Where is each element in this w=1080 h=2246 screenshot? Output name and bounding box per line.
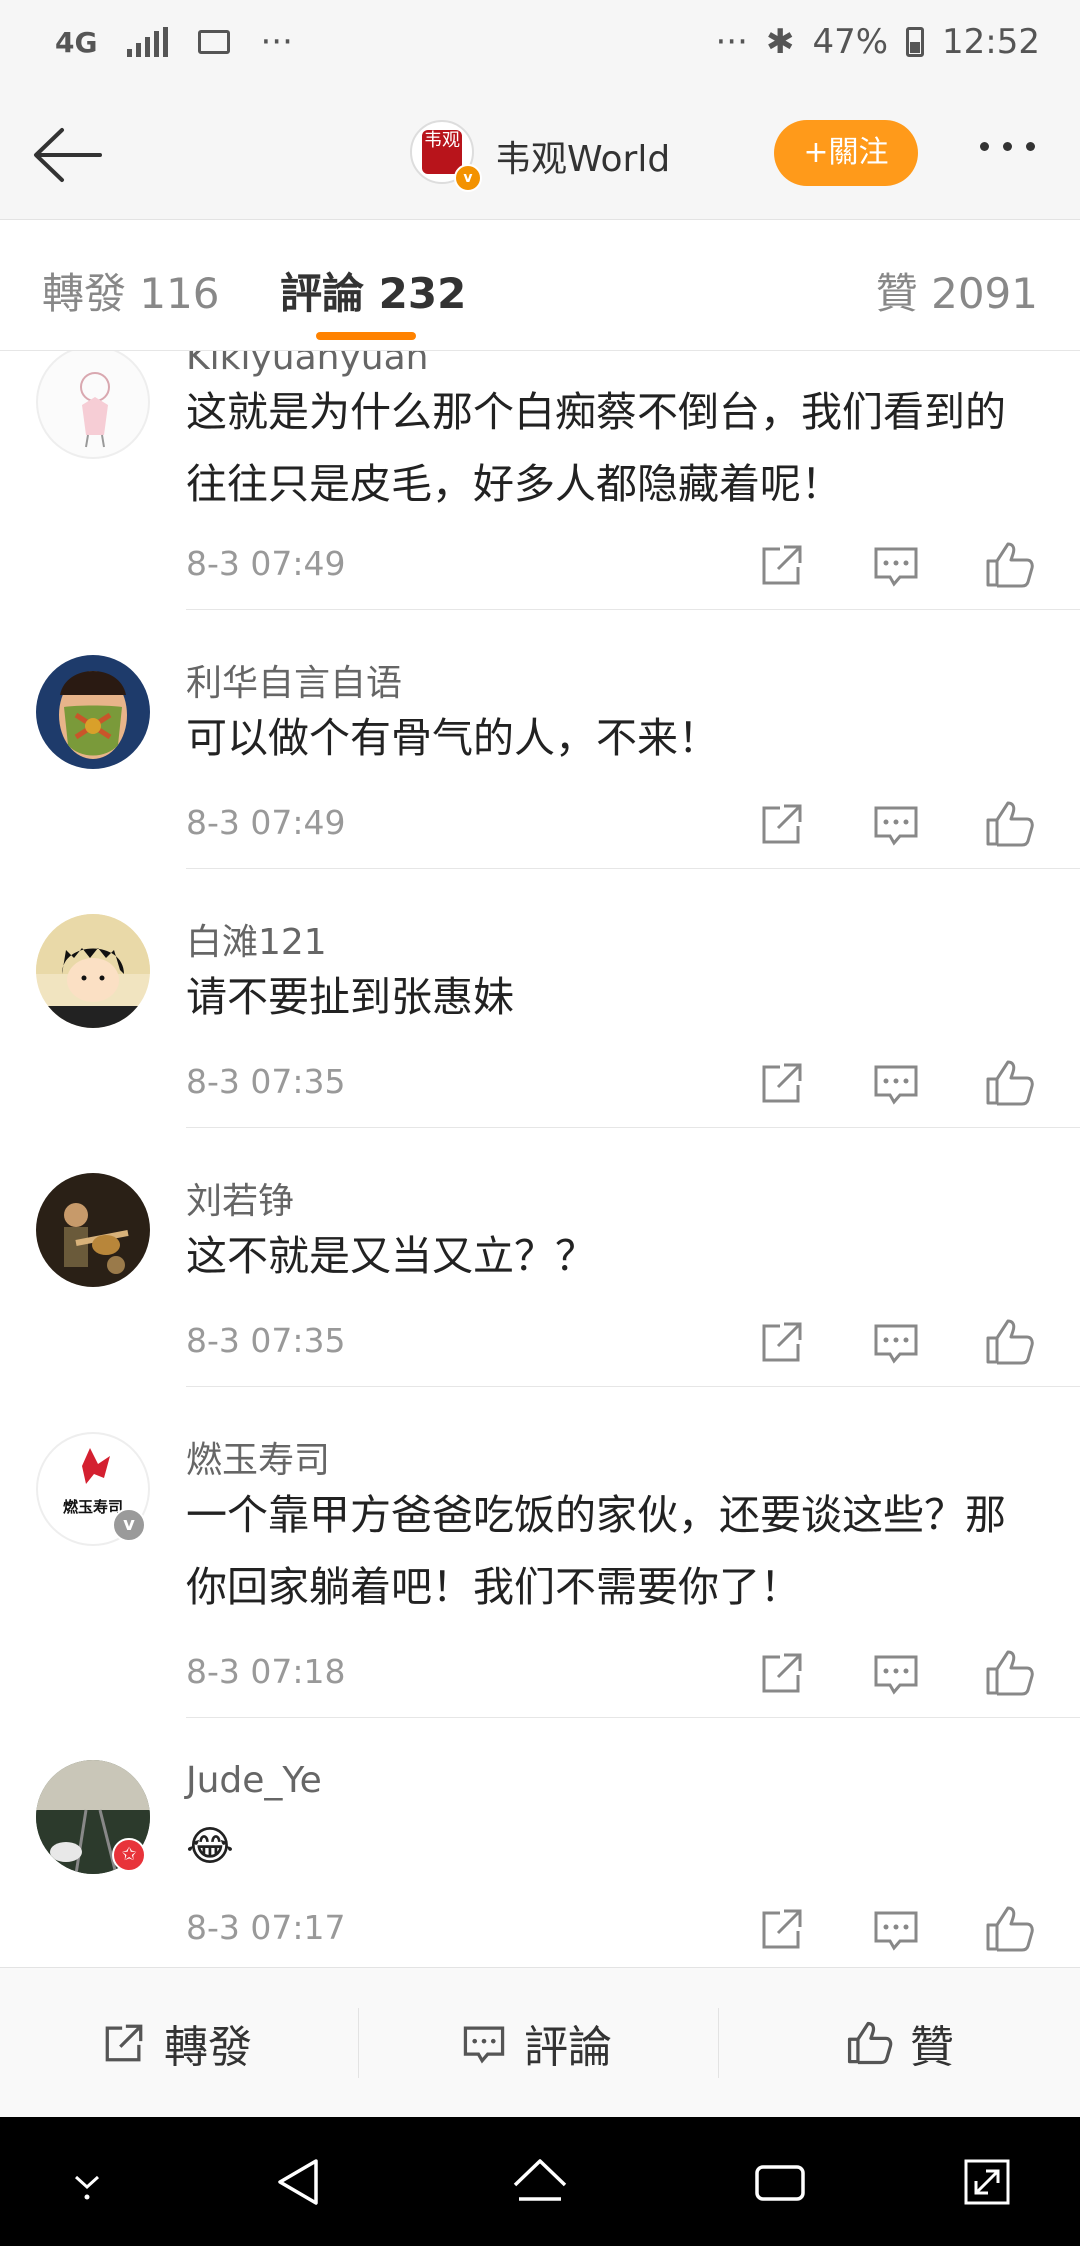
- comment-icon[interactable]: [868, 1901, 924, 1957]
- avatar[interactable]: [36, 655, 150, 769]
- like-icon[interactable]: [982, 1314, 1038, 1370]
- comment-text: 这就是为什么那个白痴蔡不倒台，我们看到的往往只是皮毛，好多人都隐藏着呢！: [186, 388, 1006, 508]
- gallery-icon: [198, 30, 231, 54]
- avatar[interactable]: [36, 1173, 150, 1287]
- comment-username[interactable]: 刘若铮: [186, 1172, 294, 1224]
- comment-item: ✩ Jude_Ye 😂 8-3 07:17: [0, 1718, 1080, 1967]
- top-app-bar: 韦观 v 韦观World +關注: [0, 92, 1080, 220]
- comment-icon[interactable]: [868, 1055, 924, 1111]
- comment-time: 8-3 07:18: [186, 1652, 346, 1691]
- like-icon[interactable]: [982, 537, 1038, 593]
- avatar-seal: 韦观: [422, 130, 462, 174]
- badge-icon: ✩: [112, 1838, 146, 1872]
- comment-time: 8-3 07:49: [186, 544, 346, 583]
- comment-icon[interactable]: [868, 1645, 924, 1701]
- home-nav-icon[interactable]: [505, 2147, 575, 2217]
- repost-icon[interactable]: [754, 1901, 810, 1957]
- active-tab-indicator: [316, 332, 416, 340]
- verified-badge-icon: v: [112, 1508, 146, 1542]
- status-bar: 4G ··· ··· ✱ 47% 12:52: [0, 0, 1080, 92]
- repost-icon[interactable]: [754, 1645, 810, 1701]
- more-options-icon[interactable]: [980, 142, 1035, 151]
- comment-item: 利华自言自语 可以做个有骨气的人，不来！ 8-3 07:49: [0, 610, 1080, 869]
- comment-text: 可以做个有骨气的人，不来！: [186, 714, 719, 762]
- account-name[interactable]: 韦观World: [495, 130, 670, 182]
- comment-icon[interactable]: [868, 796, 924, 852]
- comment-time: 8-3 07:35: [186, 1321, 346, 1360]
- comment-time: 8-3 07:17: [186, 1908, 346, 1947]
- repost-button[interactable]: 轉發: [98, 1968, 252, 2118]
- repost-label: 轉發: [164, 2022, 252, 2073]
- verified-badge-icon: v: [454, 164, 482, 192]
- repost-icon[interactable]: [754, 1055, 810, 1111]
- like-icon: [847, 2021, 893, 2065]
- repost-icon[interactable]: [754, 796, 810, 852]
- comment-item: 白滩121 请不要扯到张惠妹 8-3 07:35: [0, 869, 1080, 1128]
- back-nav-icon[interactable]: [264, 2147, 334, 2217]
- comment-label: 評論: [524, 2022, 612, 2073]
- system-navigation-bar: [0, 2117, 1080, 2246]
- comment-username[interactable]: 白滩121: [186, 913, 327, 965]
- comment-text: 一个靠甲方爸爸吃饭的家伙，还要谈这些？那你回家躺着吧！我们不需要你了！: [186, 1491, 1006, 1611]
- divider: [358, 2008, 359, 2078]
- bluetooth-icon: ✱: [765, 22, 795, 62]
- comment-text: 请不要扯到张惠妹: [186, 973, 514, 1021]
- repost-icon: [105, 2024, 143, 2062]
- comment-icon[interactable]: [868, 537, 924, 593]
- hide-keyboard-icon[interactable]: [52, 2147, 122, 2217]
- comment-item: 燃玉寿司 v 燃玉寿司 一个靠甲方爸爸吃饭的家伙，还要谈这些？那你回家躺着吧！我…: [0, 1387, 1080, 1718]
- divider: [718, 2008, 719, 2078]
- comment-text: 😂: [186, 1822, 234, 1870]
- comment-username[interactable]: 利华自言自语: [186, 654, 402, 706]
- comment-username[interactable]: Kikiyuanyuan: [186, 351, 428, 378]
- network-indicator: 4G: [55, 25, 98, 59]
- comment-username[interactable]: 燃玉寿司: [186, 1431, 330, 1483]
- signal-icon: [127, 27, 169, 57]
- like-button[interactable]: 贊: [844, 1968, 954, 2118]
- more-status-icon: ···: [715, 22, 748, 62]
- more-notifications-icon: ···: [260, 22, 293, 62]
- avatar[interactable]: [36, 914, 150, 1028]
- avatar[interactable]: [36, 351, 150, 459]
- comment-item: 刘若铮 这不就是又当又立？？ 8-3 07:35: [0, 1128, 1080, 1387]
- clock: 12:52: [942, 22, 1040, 62]
- repost-icon[interactable]: [754, 1314, 810, 1370]
- like-icon[interactable]: [982, 796, 1038, 852]
- tab-likes[interactable]: 贊 2091: [876, 260, 1038, 321]
- repost-icon[interactable]: [754, 537, 810, 593]
- comment-text: 这不就是又当又立？？: [186, 1232, 596, 1280]
- battery-percent: 47%: [812, 22, 889, 62]
- comment-list[interactable]: Kikiyuanyuan 这就是为什么那个白痴蔡不倒台，我们看到的往往只是皮毛，…: [0, 351, 1080, 1967]
- rotate-screen-icon[interactable]: [952, 2147, 1022, 2217]
- tab-bar: 轉發 116 評論 232 贊 2091: [0, 220, 1080, 351]
- tab-comments[interactable]: 評論 232: [280, 260, 466, 321]
- like-icon[interactable]: [982, 1645, 1038, 1701]
- comment-button[interactable]: 評論: [458, 1968, 612, 2118]
- bottom-action-bar: 轉發 評論 贊: [0, 1967, 1080, 2118]
- recent-apps-icon[interactable]: [745, 2147, 815, 2217]
- comment-icon[interactable]: [868, 1314, 924, 1370]
- back-arrow-icon[interactable]: [28, 120, 108, 190]
- like-icon[interactable]: [982, 1055, 1038, 1111]
- battery-icon: [906, 27, 925, 57]
- tab-repost[interactable]: 轉發 116: [42, 260, 220, 321]
- comment-item: Kikiyuanyuan 这就是为什么那个白痴蔡不倒台，我们看到的往往只是皮毛，…: [0, 351, 1080, 610]
- follow-button[interactable]: +關注: [774, 120, 918, 186]
- comment-icon: [463, 2026, 505, 2064]
- comment-time: 8-3 07:35: [186, 1062, 346, 1101]
- like-icon[interactable]: [982, 1901, 1038, 1957]
- comment-username[interactable]: Jude_Ye: [186, 1760, 322, 1801]
- comment-time: 8-3 07:49: [186, 803, 346, 842]
- like-label: 贊: [910, 2022, 954, 2073]
